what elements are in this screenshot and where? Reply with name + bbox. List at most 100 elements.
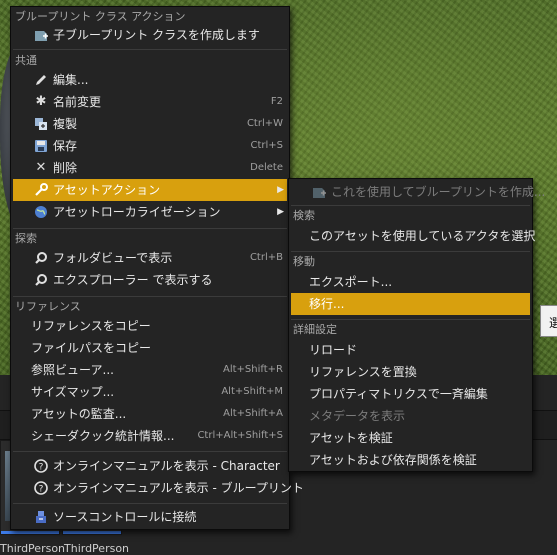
menu-item-label: 複製 [53, 117, 78, 131]
section-explore: 探索 [15, 232, 37, 245]
partial-dialog: 選 [540, 305, 557, 337]
online-manual-character-item[interactable]: ? オンラインマニュアルを表示 - Character [13, 455, 287, 477]
section-blueprint-class-actions: ブループリント クラス アクション [15, 10, 186, 23]
asset-type-bar [1, 531, 59, 534]
asset-context-menu: ブループリント クラス アクション 子ブループリント クラスを作成します 共通 … [10, 6, 304, 530]
menu-divider [13, 503, 287, 504]
asset-name: ThirdPerson [0, 542, 66, 555]
menu-divider [13, 49, 287, 50]
submenu-arrow-icon: ▶ [277, 185, 284, 195]
menu-item-label: アセットローカライゼーション [53, 205, 221, 219]
menu-item-label: プロパティマトリクスで一斉編集 [309, 387, 488, 401]
wrench-icon [33, 182, 49, 198]
show-in-explorer-item[interactable]: エクスプローラー で表示する [13, 269, 287, 291]
svg-text:?: ? [39, 463, 44, 473]
menu-item-label: オンラインマニュアルを表示 - Character [53, 459, 280, 473]
menu-item-label: エクスプローラー で表示する [53, 273, 213, 287]
globe-icon [33, 204, 49, 220]
menu-item-label: オンラインマニュアルを表示 - ブループリント [53, 481, 304, 495]
pencil-icon [33, 72, 49, 88]
section-references: リファレンス [15, 300, 81, 313]
menu-item-label: エクスポート... [309, 275, 393, 289]
property-matrix-item[interactable]: プロパティマトリクスで一斉編集 [291, 383, 530, 405]
menu-item-label: 移行... [309, 297, 345, 311]
shortcut-label: Alt+Shift+A [223, 408, 283, 419]
menu-item-label: 保存 [53, 139, 78, 153]
help-circle-icon: ? [33, 480, 49, 496]
submenu-arrow-icon: ▶ [277, 207, 284, 217]
menu-item-label: 参照ビューア... [31, 363, 114, 377]
menu-divider [13, 451, 287, 452]
help-circle-icon: ? [33, 458, 49, 474]
menu-item-label: ソースコントロールに接続 [53, 510, 197, 524]
size-map-item[interactable]: サイズマップ... Alt+Shift+M [13, 381, 287, 403]
search-icon [33, 272, 49, 288]
section-common: 共通 [15, 54, 37, 67]
menu-item-label: アセットの監査... [31, 407, 127, 421]
show-in-folder-view-item[interactable]: フォルダビューで表示 Ctrl+B [13, 247, 287, 269]
section-migrate: 移動 [293, 255, 315, 268]
menu-item-label: 名前変更 [53, 95, 102, 109]
online-manual-blueprint-item[interactable]: ? オンラインマニュアルを表示 - ブループリント [13, 477, 304, 499]
shader-cook-stats-item[interactable]: シェーダクック統計情報... Ctrl+Alt+Shift+S [13, 425, 287, 447]
reload-item[interactable]: リロード [291, 339, 530, 361]
menu-divider [13, 296, 287, 297]
menu-item-label: これを使用してブループリントを作成... [331, 185, 546, 199]
blueprint-class-icon [33, 27, 49, 43]
edit-item[interactable]: 編集... [13, 69, 287, 91]
blueprint-class-icon [311, 184, 327, 200]
shortcut-label: Delete [250, 162, 283, 173]
shortcut-label: Ctrl+B [249, 252, 283, 263]
delete-item[interactable]: ✕ 削除 Delete [13, 157, 287, 179]
menu-item-label: このアセットを使用しているアクタを選択 [309, 229, 536, 243]
duplicate-icon [33, 116, 49, 132]
asset-actions-item[interactable]: アセットアクション ▶ [13, 179, 287, 201]
menu-item-label: ファイルパスをコピー [31, 341, 152, 355]
shortcut-label: Ctrl+W [246, 118, 283, 129]
migrate-item[interactable]: 移行... [291, 293, 530, 315]
shortcut-label: Ctrl+Alt+Shift+S [197, 430, 283, 441]
menu-item-label: アセットを検証 [309, 431, 393, 445]
select-actors-using-item[interactable]: このアセットを使用しているアクタを選択 [291, 225, 535, 247]
menu-divider [291, 205, 530, 206]
create-child-blueprint-item[interactable]: 子ブループリント クラスを作成します [13, 24, 287, 46]
save-floppy-icon [33, 138, 49, 154]
menu-item-label: リロード [309, 343, 358, 357]
source-control-icon [33, 509, 49, 525]
menu-item-label: 編集... [53, 73, 89, 87]
section-search: 検索 [293, 209, 315, 222]
delete-x-icon: ✕ [35, 160, 47, 175]
copy-reference-item[interactable]: リファレンスをコピー [13, 315, 287, 337]
search-icon [33, 250, 49, 266]
menu-divider [291, 319, 530, 320]
menu-item-label: リファレンスを置換 [309, 365, 417, 379]
shortcut-label: F2 [270, 96, 283, 107]
reference-viewer-item[interactable]: 参照ビューア... Alt+Shift+R [13, 359, 287, 381]
source-control-connect-item[interactable]: ソースコントロールに接続 [13, 506, 287, 528]
duplicate-item[interactable]: 複製 Ctrl+W [13, 113, 287, 135]
export-item[interactable]: エクスポート... [291, 271, 530, 293]
copy-file-path-item[interactable]: ファイルパスをコピー [13, 337, 287, 359]
validate-asset-and-deps-item[interactable]: アセットおよび依存関係を検証 [291, 449, 530, 471]
menu-divider [13, 228, 287, 229]
menu-divider [291, 251, 530, 252]
rename-star-icon: ✱ [35, 94, 47, 109]
save-item[interactable]: 保存 Ctrl+S [13, 135, 287, 157]
menu-item-label: 削除 [53, 161, 78, 175]
audit-assets-item[interactable]: アセットの監査... Alt+Shift+A [13, 403, 287, 425]
shortcut-label: Ctrl+S [250, 140, 283, 151]
validate-asset-item[interactable]: アセットを検証 [291, 427, 530, 449]
section-advanced: 詳細設定 [293, 323, 337, 336]
shortcut-label: Alt+Shift+M [221, 386, 283, 397]
create-blueprint-using-item[interactable]: これを使用してブループリントを作成... [291, 181, 545, 203]
asset-actions-submenu: これを使用してブループリントを作成... 検索 このアセットを使用しているアクタ… [288, 178, 545, 472]
asset-type-bar [63, 531, 121, 534]
replace-references-item[interactable]: リファレンスを置換 [291, 361, 530, 383]
asset-localization-item[interactable]: アセットローカライゼーション ▶ [13, 201, 287, 223]
menu-item-label: メタデータを表示 [309, 409, 406, 423]
menu-item-label: アセットおよび依存関係を検証 [309, 453, 477, 467]
menu-item-label: シェーダクック統計情報... [31, 429, 175, 443]
menu-item-label: リファレンスをコピー [31, 319, 151, 333]
show-metadata-item[interactable]: メタデータを表示 [291, 405, 530, 427]
rename-item[interactable]: ✱ 名前変更 F2 [13, 91, 287, 113]
